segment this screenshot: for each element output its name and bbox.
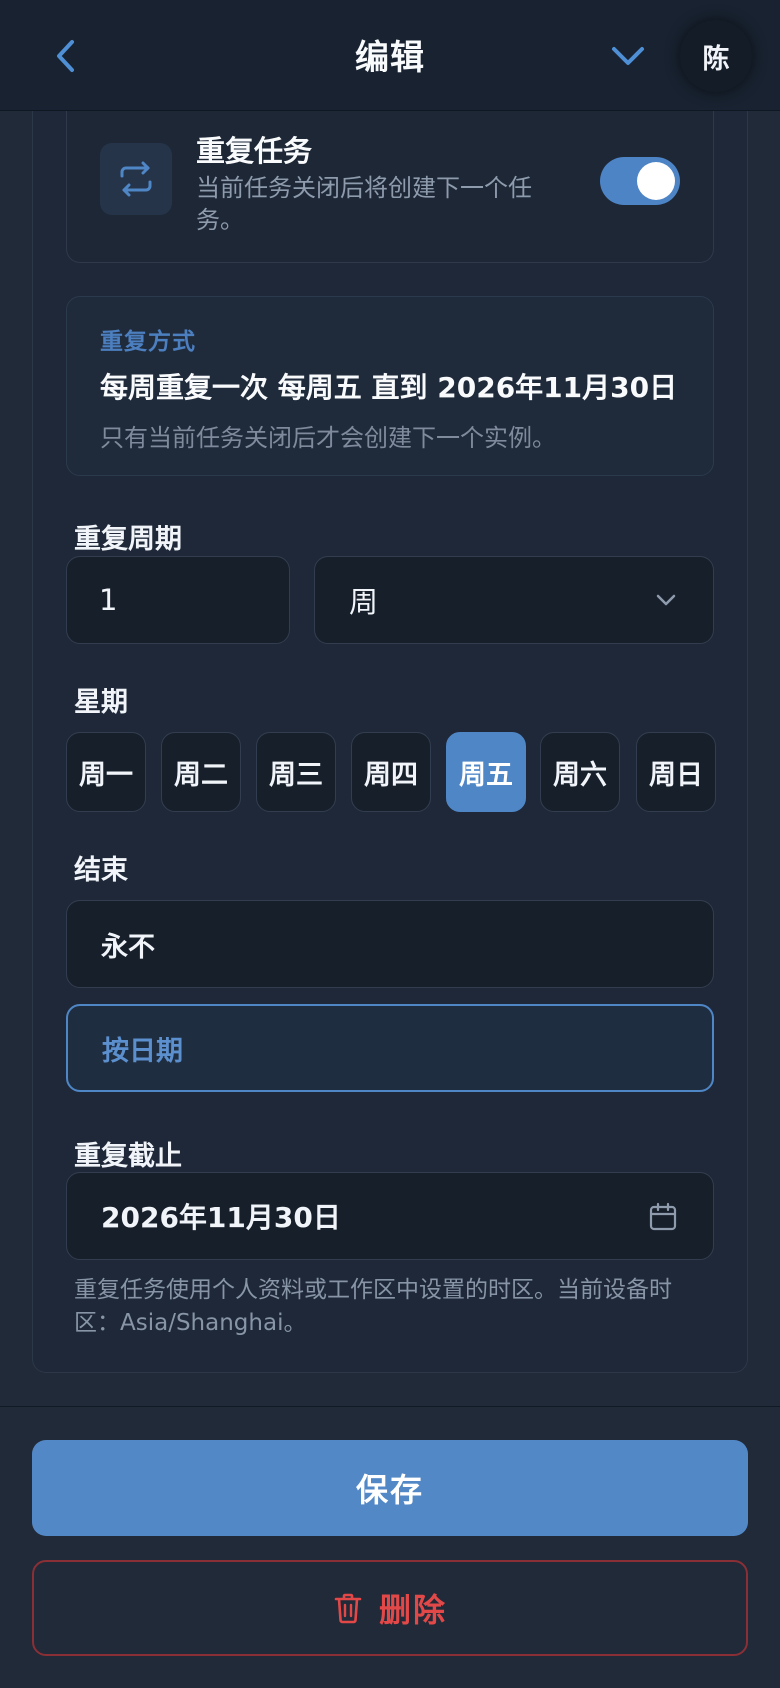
delete-button[interactable]: 删除: [32, 1560, 748, 1656]
edit-page: 编辑 陈 重复任务 当前任务关闭后将创建下一个任务。 重复方式 每周重复一次 每…: [0, 0, 780, 1688]
weekday-label: 星期: [74, 687, 128, 718]
delete-button-label: 删除: [378, 1591, 447, 1629]
weekday-wed[interactable]: 周三: [256, 732, 336, 812]
timezone-note: 重复任务使用个人资料或工作区中设置的时区。当前设备时区：Asia/Shangha…: [74, 1277, 672, 1336]
until-date-value: 2026年11月30日: [101, 1201, 341, 1234]
repeat-task-description: 当前任务关闭后将创建下一个任务。: [196, 174, 532, 234]
end-by-date-option[interactable]: 按日期: [66, 1004, 714, 1092]
toggle-knob: [637, 162, 675, 200]
avatar[interactable]: 陈: [680, 20, 752, 92]
interval-unit-select[interactable]: 周: [314, 556, 714, 644]
trash-icon: [334, 1593, 362, 1624]
save-button[interactable]: 保存: [32, 1440, 748, 1536]
weekday-tue[interactable]: 周二: [161, 732, 241, 812]
repeat-icon-container: [100, 143, 172, 215]
interval-unit-value: 周: [349, 585, 379, 619]
interval-value: 1: [99, 583, 118, 617]
repeat-mode-note: 只有当前任务关闭后才会创建下一个实例。: [100, 424, 556, 452]
until-label: 重复截止: [74, 1141, 182, 1172]
weekday-sun[interactable]: 周日: [636, 732, 716, 812]
end-never-option[interactable]: 永不: [66, 900, 714, 988]
weekday-sat[interactable]: 周六: [540, 732, 620, 812]
repeat-icon: [120, 161, 152, 197]
page-title: 编辑: [355, 38, 425, 78]
chevron-down-icon: [656, 594, 676, 606]
until-date-input[interactable]: 2026年11月30日: [66, 1172, 714, 1260]
end-label: 结束: [74, 855, 128, 886]
repeat-mode-summary: 每周重复一次 每周五 直到 2026年11月30日: [100, 371, 678, 404]
interval-input[interactable]: 1: [66, 556, 290, 644]
chevron-down-icon: [612, 47, 644, 65]
calendar-icon: [649, 1202, 677, 1231]
repeat-mode-label: 重复方式: [100, 329, 196, 355]
repeat-task-title: 重复任务: [196, 134, 313, 168]
weekday-mon[interactable]: 周一: [66, 732, 146, 812]
weekday-thu[interactable]: 周四: [351, 732, 431, 812]
collapse-button[interactable]: [608, 38, 648, 74]
repeat-task-toggle[interactable]: [600, 157, 680, 205]
top-bar: 编辑 陈: [0, 0, 780, 111]
interval-label: 重复周期: [74, 524, 182, 555]
weekday-fri[interactable]: 周五: [446, 732, 526, 812]
